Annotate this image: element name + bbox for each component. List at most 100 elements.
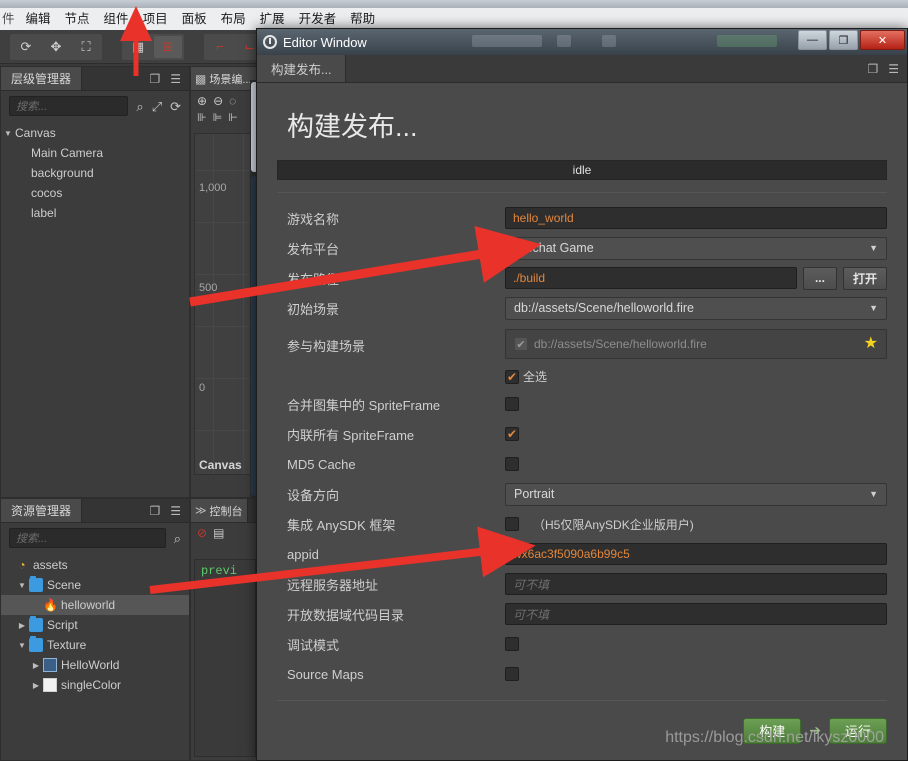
chevron-right-icon[interactable]: ▶ xyxy=(15,621,29,630)
tree-row[interactable]: Main Camera xyxy=(1,143,189,163)
menu-item-developer[interactable]: 开发者 xyxy=(292,9,344,30)
included-scenes-list[interactable]: db://assets/Scene/helloworld.fire ★ xyxy=(505,329,887,359)
open-button[interactable]: 打开 xyxy=(842,266,887,290)
orientation-select[interactable]: Portrait ▼ xyxy=(505,482,887,506)
minimize-button[interactable]: — xyxy=(798,30,827,50)
search-icon[interactable]: ⌕ xyxy=(136,100,143,113)
console-tab-label: 控制台 xyxy=(209,505,243,518)
tree-row[interactable]: ▼ Texture xyxy=(1,635,189,655)
row-md5-cache: MD5 Cache xyxy=(287,449,887,479)
inline-spriteframe-checkbox[interactable] xyxy=(505,427,519,441)
menu-item-extension[interactable]: 扩展 xyxy=(253,9,292,30)
move-icon[interactable]: ✥ xyxy=(42,36,70,58)
align-center-icon[interactable]: ⊫ xyxy=(213,111,223,124)
chevron-down-icon[interactable]: ▼ xyxy=(15,581,29,590)
scene-tabbar: ▩ 场景编... xyxy=(191,67,259,91)
chevron-down-icon[interactable]: ▼ xyxy=(1,129,15,138)
game-name-input[interactable]: hello_world xyxy=(505,207,887,229)
hamburger-icon[interactable]: ☰ xyxy=(170,504,181,518)
align-left-icon[interactable]: ⊪ xyxy=(197,111,207,124)
scene-viewport[interactable]: 1,000 500 0 Canvas xyxy=(194,133,256,475)
popout-icon[interactable]: ❐ xyxy=(867,62,878,76)
tab-scene[interactable]: ▩ 场景编... xyxy=(191,67,257,90)
menu-item-clipped[interactable]: 件 xyxy=(2,9,19,30)
grid-icon[interactable]: ▦ xyxy=(124,36,152,58)
menu-item-node[interactable]: 节点 xyxy=(58,9,97,30)
popout-icon[interactable]: ❐ xyxy=(149,72,160,86)
assets-tabbar: 资源管理器 ❐ ☰ xyxy=(1,499,189,523)
expand-icon[interactable]: ⤢ xyxy=(152,100,162,113)
editor-window-tabbar: 构建发布... ❐ ☰ xyxy=(257,55,907,83)
tree-row[interactable]: cocos xyxy=(1,183,189,203)
chevron-right-icon[interactable]: ▶ xyxy=(29,681,43,690)
tree-row[interactable]: label xyxy=(1,203,189,223)
star-icon[interactable]: ★ xyxy=(864,336,878,352)
gizmo-tool-group: ▦ ⊞ xyxy=(122,33,184,60)
assets-search-input[interactable]: 搜索... xyxy=(9,528,166,548)
scene-include-checkbox[interactable] xyxy=(514,337,528,351)
merge-spriteframe-checkbox[interactable] xyxy=(505,397,519,411)
run-button[interactable]: 运行 xyxy=(829,717,887,744)
tab-console[interactable]: ≫ 控制台 xyxy=(191,499,248,522)
anysdk-checkbox[interactable] xyxy=(505,517,519,531)
hamburger-icon[interactable]: ☰ xyxy=(888,62,899,76)
build-button[interactable]: 构建 xyxy=(743,717,802,744)
popout-icon[interactable]: ❐ xyxy=(149,504,160,518)
tree-row[interactable]: ▶ ◔ assets xyxy=(1,555,189,575)
scene-icon: ▩ xyxy=(195,71,207,86)
hierarchy-node-label: cocos xyxy=(31,186,63,200)
zoom-in-icon[interactable]: ⊕ xyxy=(197,94,207,108)
refresh-icon[interactable]: ⟳ xyxy=(12,36,40,58)
md5-cache-checkbox[interactable] xyxy=(505,457,519,471)
tab-hierarchy[interactable]: 层级管理器 xyxy=(1,67,83,90)
chevron-down-icon[interactable]: ▼ xyxy=(15,641,29,650)
scale-icon[interactable]: ⛶ xyxy=(72,36,100,58)
menu-item-component[interactable]: 组件 xyxy=(97,9,136,30)
start-scene-select[interactable]: db://assets/Scene/helloworld.fire ▼ xyxy=(505,296,887,320)
tree-row[interactable]: background xyxy=(1,163,189,183)
tab-build-publish[interactable]: 构建发布... xyxy=(257,55,347,82)
anchor-icon[interactable]: ⌐ xyxy=(206,36,234,58)
hierarchy-search-input[interactable]: 搜索... xyxy=(9,96,129,116)
debug-mode-checkbox[interactable] xyxy=(505,637,519,651)
menu-item-panel[interactable]: 面板 xyxy=(175,9,214,30)
asset-label: Texture xyxy=(47,638,87,652)
row-source-maps: Source Maps xyxy=(287,659,887,689)
remote-server-input[interactable]: 可不填 xyxy=(505,573,887,595)
zoom-out-icon[interactable]: ⊖ xyxy=(213,94,223,108)
zoom-fit-icon[interactable]: ◌ xyxy=(229,94,236,108)
clear-icon[interactable]: ⊘ xyxy=(197,526,207,540)
menu-item-project[interactable]: 项目 xyxy=(136,9,175,30)
console-tabbar: ≫ 控制台 xyxy=(191,499,259,523)
copy-icon[interactable]: ▤ xyxy=(213,526,224,540)
appid-input[interactable]: wx6ac3f5090a6b99c5 xyxy=(505,543,887,565)
maximize-button[interactable]: ❐ xyxy=(829,30,858,50)
tree-row[interactable]: ▼ Scene xyxy=(1,575,189,595)
refresh-icon[interactable]: ⟳ xyxy=(170,100,181,113)
select-all-checkbox[interactable] xyxy=(505,369,519,384)
console-icon: ≫ xyxy=(195,505,207,517)
tree-row[interactable]: ▶ HelloWorld xyxy=(1,655,189,675)
tree-row[interactable]: ▶ Script xyxy=(1,615,189,635)
menu-item-edit[interactable]: 编辑 xyxy=(19,9,58,30)
editor-window-titlebar[interactable]: Editor Window — ❐ ✕ xyxy=(257,29,907,55)
open-data-dir-input[interactable]: 可不填 xyxy=(505,603,887,625)
close-button[interactable]: ✕ xyxy=(860,30,905,50)
browse-button[interactable]: ... xyxy=(802,266,837,290)
search-icon[interactable]: ⌕ xyxy=(174,532,181,545)
build-path-input[interactable]: ./build xyxy=(505,267,797,289)
gizmo-icon[interactable]: ⊞ xyxy=(154,35,182,58)
platform-select[interactable]: Wechat Game ▼ xyxy=(505,236,887,260)
tree-row[interactable]: 🔥 helloworld xyxy=(1,595,189,615)
tree-row[interactable]: ▶ singleColor xyxy=(1,675,189,695)
source-maps-checkbox[interactable] xyxy=(505,667,519,681)
chevron-right-icon[interactable]: ▶ xyxy=(29,661,43,670)
menu-item-layout[interactable]: 布局 xyxy=(214,9,253,30)
align-right-icon[interactable]: ⊩ xyxy=(228,111,238,124)
tree-row[interactable]: ▼ Canvas xyxy=(1,123,189,143)
assets-search-row: 搜索... ⌕ xyxy=(1,523,189,553)
menu-item-help[interactable]: 帮助 xyxy=(343,9,382,30)
row-remote-server: 远程服务器地址 可不填 xyxy=(287,569,887,599)
hamburger-icon[interactable]: ☰ xyxy=(170,72,181,86)
tab-assets[interactable]: 资源管理器 xyxy=(1,499,83,522)
